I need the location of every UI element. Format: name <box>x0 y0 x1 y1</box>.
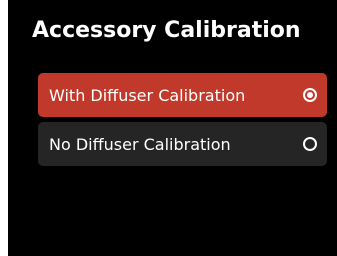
option-no-diffuser-calibration[interactable]: No Diffuser Calibration <box>38 122 327 166</box>
radio-selected-icon <box>303 88 317 102</box>
radio-dot <box>307 92 313 98</box>
radio-unselected-icon <box>303 137 317 151</box>
device-screen: Accessory Calibration With Diffuser Cali… <box>8 0 337 256</box>
option-with-diffuser-calibration[interactable]: With Diffuser Calibration <box>38 73 327 117</box>
option-label: No Diffuser Calibration <box>49 134 231 154</box>
option-label: With Diffuser Calibration <box>49 85 246 105</box>
page-title: Accessory Calibration <box>32 18 301 43</box>
